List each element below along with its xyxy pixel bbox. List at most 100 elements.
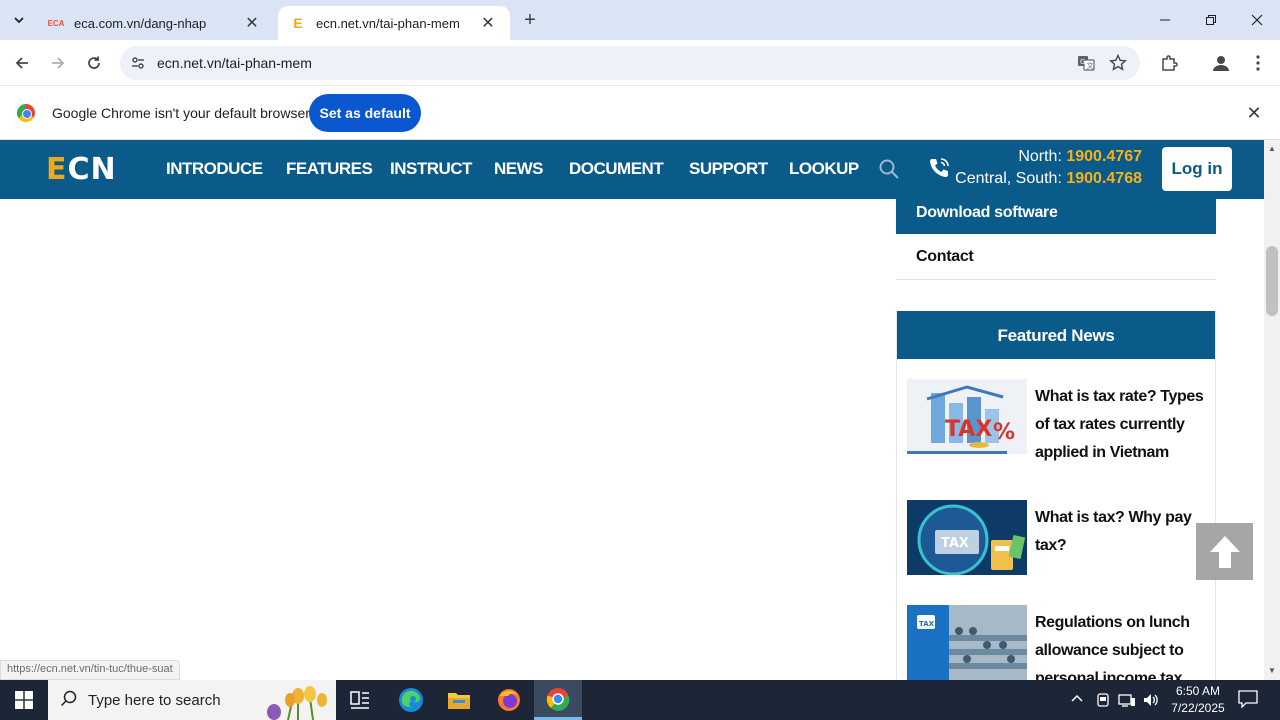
- address-bar[interactable]: ecn.net.vn/tai-phan-mem G文: [120, 46, 1140, 80]
- url-text[interactable]: ecn.net.vn/tai-phan-mem: [157, 55, 312, 71]
- browser-toolbar: ecn.net.vn/tai-phan-mem G文: [0, 40, 1280, 86]
- scroll-down-icon[interactable]: ▼: [1268, 666, 1276, 675]
- profile-button[interactable]: [1207, 49, 1235, 77]
- page-viewport: ECN INTRODUCE FEATURES INSTRUCT NEWS DOC…: [0, 140, 1280, 680]
- tray-chevron-up-icon[interactable]: [1070, 692, 1084, 709]
- folder-icon: [448, 693, 470, 709]
- nav-news[interactable]: NEWS: [494, 159, 544, 179]
- edge-icon: [399, 688, 423, 712]
- taskbar-chrome[interactable]: [534, 680, 582, 720]
- tray-volume-icon[interactable]: [1142, 692, 1160, 711]
- tray-device-icon[interactable]: [1095, 692, 1111, 711]
- svg-text:TAX: TAX: [919, 620, 935, 628]
- scrollbar-thumb[interactable]: [1266, 246, 1278, 316]
- menu-button[interactable]: [1244, 49, 1272, 77]
- site-settings-icon[interactable]: [128, 53, 148, 73]
- window-close-button[interactable]: [1234, 0, 1280, 40]
- reload-button[interactable]: [80, 49, 108, 77]
- clock-time: 6:50 AM: [1175, 684, 1221, 698]
- tab-ecn[interactable]: E ecn.net.vn/tai-phan-mem ✕: [278, 6, 510, 40]
- nav-lookup[interactable]: LOOKUP: [789, 159, 859, 179]
- ecn-logo[interactable]: ECN: [46, 152, 117, 187]
- tab-title: eca.com.vn/dang-nhap: [74, 15, 207, 31]
- chrome-icon: [546, 687, 570, 711]
- task-view-icon: [350, 691, 369, 709]
- close-icon[interactable]: ✕: [478, 13, 498, 33]
- minimize-icon: [1160, 19, 1170, 21]
- new-tab-button[interactable]: +: [518, 8, 542, 32]
- tab-search-button[interactable]: [6, 8, 32, 32]
- windows-logo-icon: [15, 691, 33, 709]
- sidebar-item-contact[interactable]: Contact: [896, 234, 1216, 280]
- taskbar-clock[interactable]: 6:50 AM 7/22/2025: [1163, 683, 1233, 717]
- search-icon: [60, 690, 78, 713]
- news-thumbnail[interactable]: TAX %: [907, 379, 1027, 454]
- bookmark-star-icon[interactable]: [1108, 53, 1128, 73]
- start-button[interactable]: [0, 680, 48, 720]
- eca-favicon-icon: ECA: [47, 18, 65, 28]
- nav-instruct[interactable]: INSTRUCT: [390, 159, 472, 179]
- reload-icon: [88, 56, 100, 69]
- hotline-south: Central, South: 1900.4768: [955, 170, 1142, 187]
- forward-button[interactable]: [44, 49, 72, 77]
- svg-text:TAX: TAX: [941, 536, 969, 551]
- clock-date: 7/22/2025: [1171, 701, 1225, 715]
- hotline-north: North: 1900.4767: [1018, 148, 1142, 165]
- tray-network-icon[interactable]: [1118, 692, 1136, 711]
- task-view-button[interactable]: [336, 680, 384, 720]
- taskbar-search-placeholder: Type here to search: [88, 692, 221, 709]
- search-icon[interactable]: [878, 158, 900, 180]
- chrome-logo-icon: [17, 104, 35, 122]
- back-button[interactable]: [8, 49, 36, 77]
- restore-button[interactable]: [1188, 0, 1234, 40]
- close-icon[interactable]: ✕: [1243, 102, 1265, 124]
- tulip-decoration-icon: [267, 686, 327, 720]
- tab-strip: ECA eca.com.vn/dang-nhap ✕ E ecn.net.vn/…: [0, 0, 1280, 40]
- news-title[interactable]: Regulations on lunch allowance subject t…: [1035, 609, 1207, 680]
- ecn-favicon-icon: E: [293, 15, 303, 31]
- person-icon: [1213, 56, 1229, 71]
- back-to-top-button[interactable]: [1196, 523, 1253, 580]
- arrow-up-icon: [1209, 535, 1240, 568]
- featured-news-title: Featured News: [897, 311, 1215, 359]
- close-icon[interactable]: ✕: [242, 13, 262, 33]
- nav-support[interactable]: SUPPORT: [689, 159, 768, 179]
- windows-taskbar: Type here to search 6:50 AM 7/22/2025: [0, 680, 1280, 720]
- nav-features[interactable]: FEATURES: [286, 159, 373, 179]
- tab-title: ecn.net.vn/tai-phan-mem: [316, 15, 460, 31]
- restore-icon: [1206, 15, 1216, 25]
- notification-icon[interactable]: [1238, 690, 1258, 709]
- close-icon: [1251, 14, 1263, 26]
- news-thumbnail[interactable]: TAX: [907, 500, 1027, 575]
- minimize-button[interactable]: [1142, 0, 1188, 40]
- arrow-left-icon: [15, 57, 28, 69]
- arrow-right-icon: [52, 57, 65, 69]
- chevron-down-icon: [14, 17, 24, 24]
- svg-text:文: 文: [1087, 61, 1094, 70]
- svg-text:G: G: [1080, 58, 1085, 66]
- hotline-north-number[interactable]: 1900.4767: [1066, 148, 1142, 165]
- svg-text:TAX: TAX: [945, 417, 992, 442]
- news-thumbnail[interactable]: TAX: [907, 605, 1027, 680]
- taskbar-edge[interactable]: [387, 680, 435, 720]
- login-button[interactable]: Log in: [1162, 147, 1232, 191]
- taskbar-firefox[interactable]: [485, 680, 533, 720]
- nav-document[interactable]: DOCUMENT: [569, 159, 664, 179]
- site-header: ECN INTRODUCE FEATURES INSTRUCT NEWS DOC…: [0, 140, 1264, 199]
- extensions-button[interactable]: [1155, 49, 1183, 77]
- tab-eca[interactable]: ECA eca.com.vn/dang-nhap ✕: [36, 6, 274, 40]
- firefox-icon: [498, 689, 520, 711]
- hotline-south-number[interactable]: 1900.4768: [1066, 170, 1142, 187]
- taskbar-file-explorer[interactable]: [435, 680, 483, 720]
- infobar-message: Google Chrome isn't your default browser: [52, 105, 310, 121]
- taskbar-search-box[interactable]: Type here to search: [48, 680, 336, 720]
- nav-introduce[interactable]: INTRODUCE: [166, 159, 263, 179]
- scroll-up-icon[interactable]: ▲: [1268, 144, 1276, 153]
- translate-icon[interactable]: G文: [1076, 53, 1096, 73]
- news-title[interactable]: What is tax? Why pay tax?: [1035, 504, 1207, 560]
- set-default-button[interactable]: Set as default: [309, 94, 421, 132]
- kebab-menu-icon: [1256, 55, 1260, 71]
- page-scrollbar[interactable]: ▲ ▼: [1264, 140, 1280, 680]
- news-title[interactable]: What is tax rate? Types of tax rates cur…: [1035, 383, 1207, 467]
- status-bubble: https://ecn.net.vn/tin-tuc/thue-suat: [0, 660, 180, 680]
